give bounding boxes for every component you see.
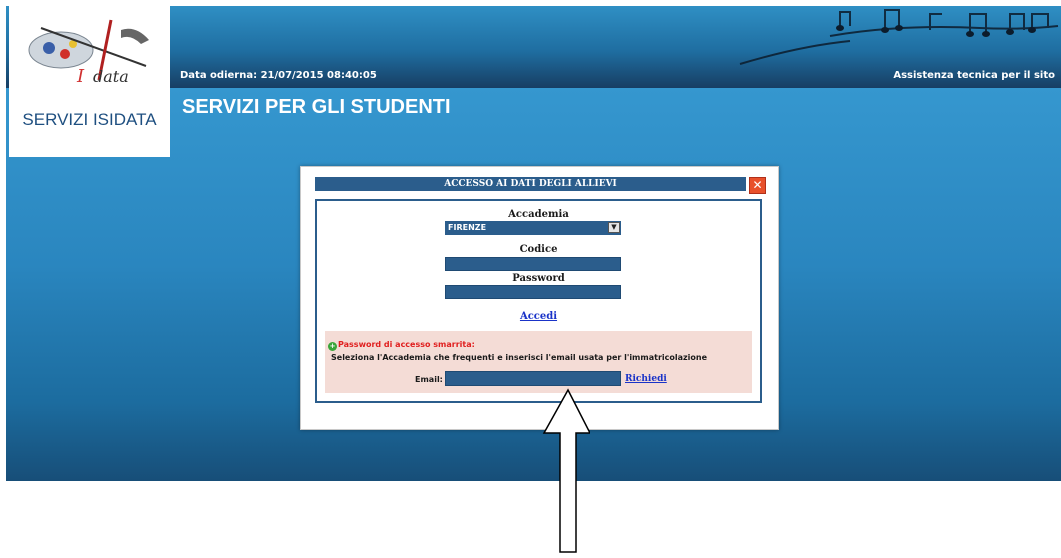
music-notes-decoration (739, 9, 1059, 65)
isidata-logo: data I SERVIZI ISIDATA (9, 6, 170, 157)
password-recovery-panel: + Password di accesso smarrita: Seleziona… (325, 331, 752, 393)
recovery-instruction: Seleziona l'Accademia che frequenti e in… (331, 353, 708, 362)
academy-selected-value: FIRENZE (448, 223, 487, 232)
svg-text:I: I (76, 66, 85, 87)
svg-text:data: data (93, 67, 129, 86)
academy-select[interactable]: FIRENZE ▼ (445, 221, 621, 235)
chevron-down-icon[interactable]: ▼ (608, 222, 620, 233)
recovery-heading: + Password di accesso smarrita: (328, 340, 475, 351)
annotation-arrow (542, 388, 590, 553)
email-input[interactable] (445, 371, 621, 386)
code-input[interactable] (445, 257, 621, 271)
password-label: Password (512, 273, 565, 284)
technical-support-link[interactable]: Assistenza tecnica per il sito (893, 70, 1055, 81)
password-input[interactable] (445, 285, 621, 299)
login-form: Accademia FIRENZE ▼ Codice Password Acce… (315, 199, 762, 403)
current-date: Data odierna: 21/07/2015 08:40:05 (180, 70, 377, 81)
request-password-link[interactable]: Richiedi (625, 374, 667, 384)
logo-palette-icon: data I (28, 19, 149, 87)
code-label: Codice (519, 244, 558, 255)
dialog-title: ACCESSO AI DATI DEGLI ALLIEVI (315, 177, 746, 191)
email-label: Email: (415, 375, 443, 384)
login-button[interactable]: Accedi (317, 311, 760, 322)
close-icon[interactable]: ✕ (749, 177, 766, 194)
recovery-heading-text: Password di accesso smarrita: (338, 340, 475, 349)
academy-label: Accademia (508, 209, 569, 220)
page-title: SERVIZI PER GLI STUDENTI (182, 96, 451, 118)
info-bullet-icon: + (328, 342, 337, 351)
brand-caption: SERVIZI ISIDATA (22, 110, 157, 129)
